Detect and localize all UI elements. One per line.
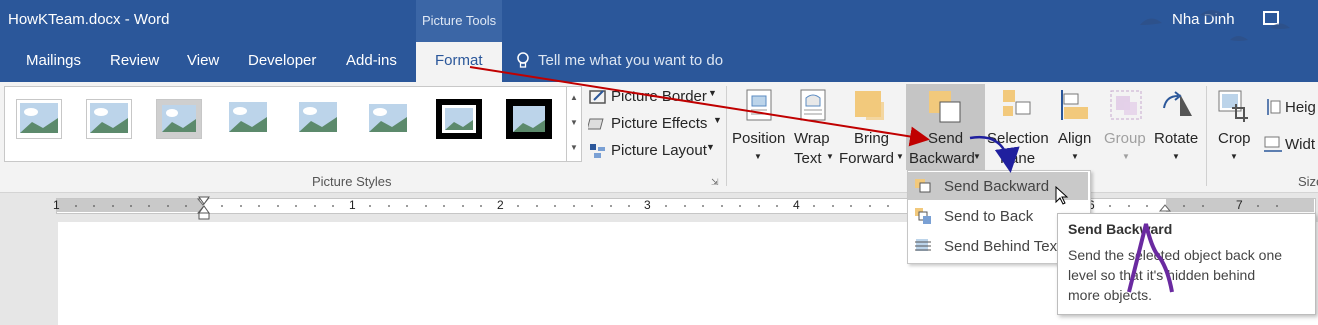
align-button[interactable]: Align	[1058, 130, 1091, 147]
send-backward-icon	[915, 179, 931, 193]
style-thumbnail[interactable]	[506, 99, 552, 139]
style-thumbnail[interactable]	[366, 99, 410, 137]
chevron-down-icon[interactable]: ▼	[706, 142, 715, 152]
width-field-label[interactable]: Widt	[1285, 136, 1315, 153]
gallery-scroll[interactable]: ▲ ▼ ▼	[566, 86, 582, 162]
picture-border-button[interactable]: Picture Border	[611, 88, 707, 105]
align-icon	[1061, 90, 1088, 120]
picture-layout-icon	[590, 144, 605, 158]
tab-view[interactable]: View	[187, 52, 219, 69]
tell-me-search[interactable]: Tell me what you want to do	[538, 52, 723, 69]
picture-effects-icon	[588, 118, 604, 130]
tab-developer[interactable]: Developer	[248, 52, 316, 69]
wrap-text-line1[interactable]: Wrap	[794, 130, 830, 147]
tooltip-title: Send Backward	[1068, 221, 1173, 237]
chevron-down-icon[interactable]: ▼	[708, 88, 717, 98]
height-field-label[interactable]: Heig	[1285, 99, 1316, 116]
send-to-back-icon	[915, 208, 931, 224]
rotate-button[interactable]: Rotate	[1154, 130, 1198, 147]
chevron-down-icon[interactable]: ▼	[713, 115, 722, 125]
picture-styles-group-label: Picture Styles	[312, 174, 392, 189]
style-thumbnail[interactable]	[436, 99, 482, 139]
tab-add-ins[interactable]: Add-ins	[346, 52, 397, 69]
ruler-label: 3	[644, 198, 651, 212]
position-button[interactable]: Position	[732, 130, 785, 147]
menu-item-label: Send Behind Text	[944, 238, 1062, 255]
tooltip-line: Send the selected object back one	[1068, 247, 1283, 263]
height-icon	[1267, 99, 1281, 115]
chevron-down-icon[interactable]: ▼	[1122, 152, 1130, 161]
bring-forward-icon	[855, 91, 884, 120]
window-title: HowKTeam.docx - Word	[8, 11, 170, 28]
ruler-label: 7	[1236, 198, 1243, 212]
chevron-down-icon[interactable]: ▼	[1172, 152, 1180, 161]
chevron-down-icon[interactable]: ▼	[826, 152, 834, 161]
tooltip-line: level so that it's hidden behind	[1068, 267, 1256, 283]
style-thumbnail[interactable]	[86, 99, 132, 139]
ruler-label: 1	[349, 198, 356, 212]
send-backward-icon	[929, 91, 961, 123]
group-button[interactable]: Group	[1104, 130, 1146, 147]
chevron-down-icon[interactable]: ▼	[896, 152, 904, 161]
send-backward-line1[interactable]: Send	[928, 130, 963, 147]
crop-button[interactable]: Crop	[1218, 130, 1251, 147]
wrap-text-line2[interactable]: Text	[794, 150, 822, 167]
tab-review[interactable]: Review	[110, 52, 159, 69]
crop-icon	[1218, 90, 1248, 122]
wrap-text-icon	[800, 89, 826, 121]
position-icon	[746, 89, 772, 121]
size-group-label: Size	[1298, 174, 1318, 189]
picture-border-icon	[589, 90, 606, 104]
lightbulb-icon	[517, 52, 529, 68]
style-thumbnail[interactable]	[156, 99, 202, 139]
group-icon	[1110, 90, 1142, 120]
tab-format[interactable]: Format	[435, 52, 483, 69]
group-divider	[1206, 86, 1207, 186]
send-backward-line2[interactable]: Backward	[909, 150, 975, 167]
ruler-ticks	[75, 198, 1278, 214]
selection-pane-line1[interactable]: Selection	[987, 130, 1049, 147]
send-behind-text-icon	[915, 239, 931, 251]
selection-pane-line2[interactable]: Pane	[1000, 150, 1035, 167]
rotate-icon	[1163, 91, 1192, 116]
context-group-label: Picture Tools	[422, 13, 497, 28]
width-icon	[1264, 136, 1282, 152]
picture-effects-button[interactable]: Picture Effects	[611, 115, 707, 132]
tab-mailings[interactable]: Mailings	[26, 52, 81, 69]
style-thumbnail[interactable]	[296, 99, 340, 137]
style-thumbnail[interactable]	[226, 99, 270, 137]
bring-forward-line1[interactable]: Bring	[854, 130, 889, 147]
ruler-label: 1	[53, 198, 60, 212]
style-thumbnail[interactable]	[16, 99, 62, 139]
tooltip-line: more objects.	[1068, 287, 1153, 303]
selection-pane-icon	[1003, 90, 1031, 116]
picture-layout-button[interactable]: Picture Layout	[611, 142, 707, 159]
menu-item-label: Send to Back	[944, 208, 1034, 225]
chevron-down-icon[interactable]: ▼	[1071, 152, 1079, 161]
group-divider	[726, 86, 727, 186]
chevron-down-icon[interactable]: ▼	[973, 152, 981, 161]
ruler-label: 2	[497, 198, 504, 212]
indent-marker[interactable]	[198, 196, 210, 222]
chevron-down-icon[interactable]: ▼	[754, 152, 762, 161]
dialog-launcher-icon[interactable]: ⇲	[711, 177, 719, 188]
bring-forward-line2[interactable]: Forward	[839, 150, 894, 167]
ruler-label: 4	[793, 198, 800, 212]
mouse-cursor-icon	[1055, 186, 1069, 205]
chevron-down-icon[interactable]: ▼	[1230, 152, 1238, 161]
menu-item-label: Send Backward	[944, 178, 1050, 195]
